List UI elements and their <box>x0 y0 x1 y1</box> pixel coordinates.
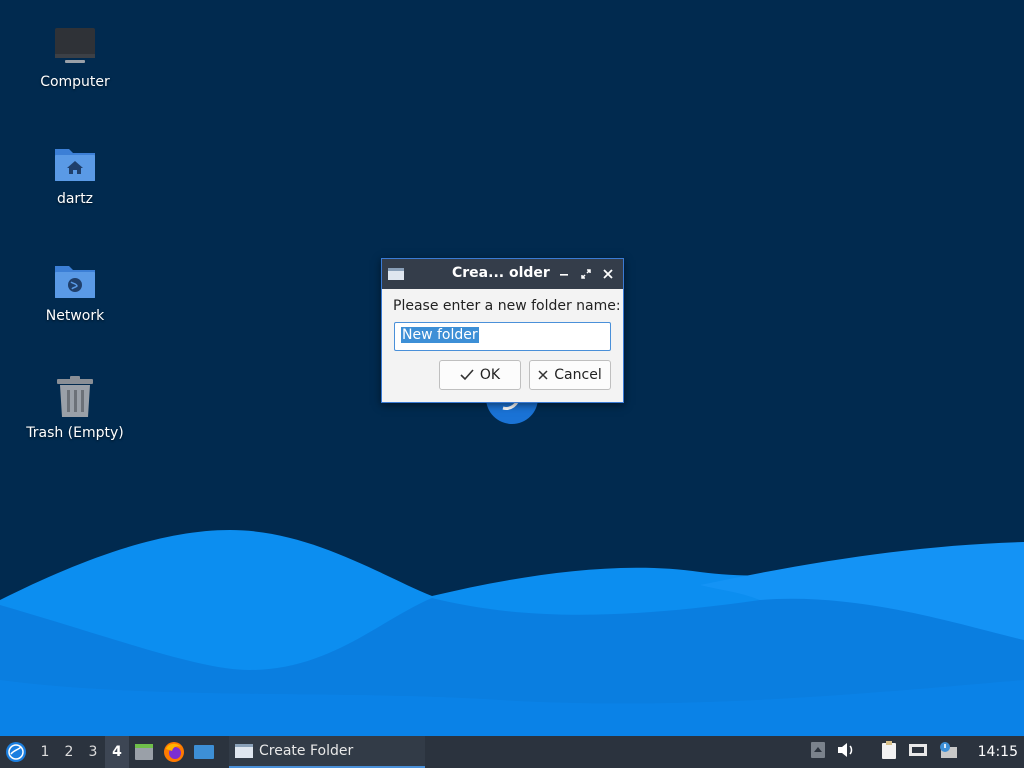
close-icon[interactable] <box>599 265 617 283</box>
check-icon <box>460 369 474 381</box>
update-notifier-icon[interactable] <box>938 741 958 763</box>
maximize-icon[interactable] <box>577 265 595 283</box>
window-icon <box>388 268 404 280</box>
desktop-icon-computer[interactable]: Computer <box>15 22 135 90</box>
desktop-icon-label: Trash (Empty) <box>26 425 124 441</box>
workspace-1[interactable]: 1 <box>33 736 57 768</box>
ok-button-label: OK <box>479 367 501 383</box>
desktop-icon-home[interactable]: dartz <box>15 139 135 207</box>
folder-name-input[interactable]: New folder <box>394 322 611 351</box>
clipboard-icon[interactable] <box>880 740 898 764</box>
window-icon <box>235 744 253 758</box>
network-wired-icon[interactable] <box>908 741 928 763</box>
taskbar-item-create-folder[interactable]: Create Folder <box>229 736 425 768</box>
clock[interactable]: 14:15 <box>978 744 1018 760</box>
trash-icon <box>51 373 99 421</box>
taskbar-item-label: Create Folder <box>259 743 354 759</box>
folder-name-prompt: Please enter a new folder name: <box>393 298 621 314</box>
cancel-button[interactable]: Cancel <box>529 360 611 390</box>
computer-icon <box>51 22 99 70</box>
tray-up-arrow-icon[interactable] <box>810 741 826 763</box>
system-tray: 14:15 <box>810 736 1024 768</box>
desktop-icon-label: Computer <box>40 74 110 90</box>
volume-icon[interactable] <box>836 741 856 763</box>
lubuntu-logo-icon <box>6 742 26 762</box>
home-folder-icon <box>51 139 99 187</box>
firefox-icon[interactable] <box>159 736 189 768</box>
workspace-4[interactable]: 4 <box>105 736 129 768</box>
file-manager-icon[interactable] <box>129 736 159 768</box>
network-folder-icon <box>51 256 99 304</box>
dialog-title: Crea... older <box>452 265 550 281</box>
taskbar: 1 2 3 4 Create Folder 14:15 <box>0 736 1024 768</box>
workspace-2[interactable]: 2 <box>57 736 81 768</box>
minimize-icon[interactable] <box>555 265 573 283</box>
desktop-icon-label: dartz <box>56 191 94 207</box>
cancel-button-label: Cancel <box>554 367 602 383</box>
workspace-3[interactable]: 3 <box>81 736 105 768</box>
selected-text: New folder <box>401 327 479 343</box>
ok-button[interactable]: OK <box>439 360 521 390</box>
create-folder-dialog: Crea... older Please enter a new folder … <box>381 258 624 403</box>
start-menu-button[interactable] <box>0 736 32 768</box>
cancel-x-icon <box>538 370 548 380</box>
desktop-icon-label: Network <box>45 308 105 324</box>
desktop-icon-network[interactable]: Network <box>15 256 135 324</box>
desktop-icon-trash[interactable]: Trash (Empty) <box>15 373 135 441</box>
show-desktop-icon[interactable] <box>189 736 219 768</box>
dialog-titlebar[interactable]: Crea... older <box>382 259 623 289</box>
